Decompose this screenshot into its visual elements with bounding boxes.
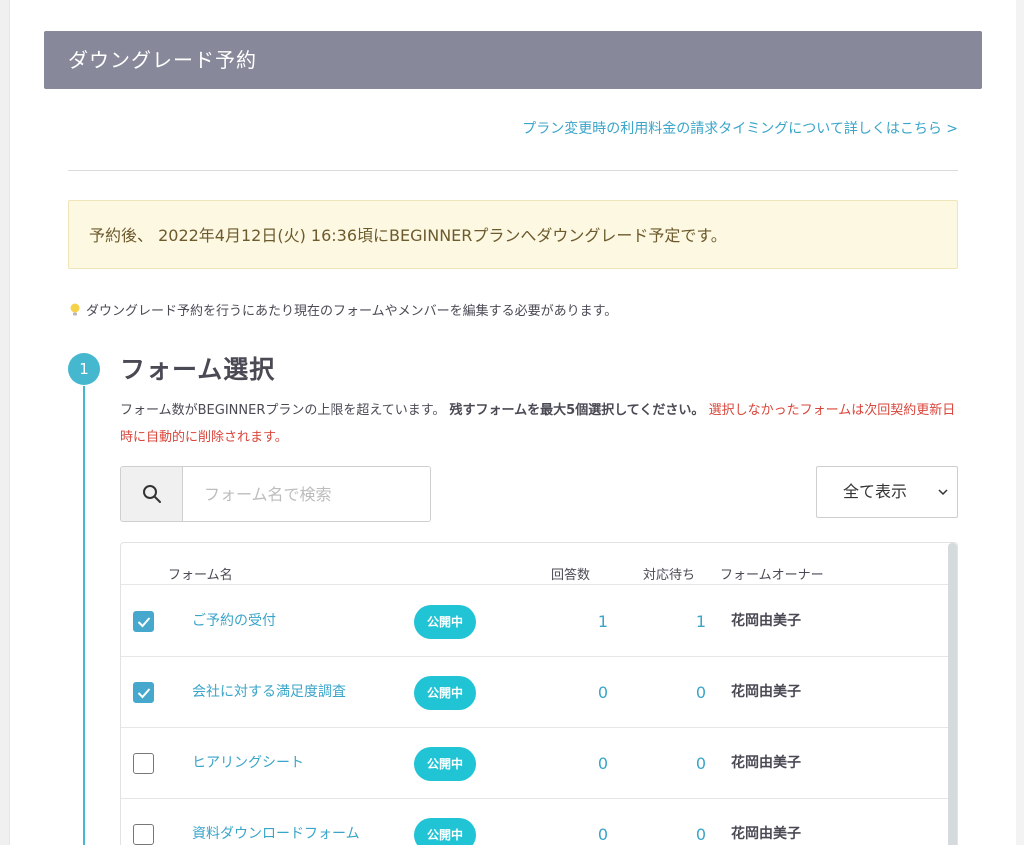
- pending-count[interactable]: 0: [666, 799, 706, 845]
- form-name-link[interactable]: 資料ダウンロードフォーム: [192, 799, 360, 845]
- billing-timing-link[interactable]: プラン変更時の利用料金の請求タイミングについて詳しくはこちら >: [522, 118, 958, 138]
- chevron-down-icon: [938, 489, 948, 496]
- search-box: [120, 466, 431, 522]
- step-number-badge: 1: [68, 353, 100, 385]
- form-owner: 花岡由美子: [731, 684, 801, 700]
- filter-selected-value: 全て表示: [843, 482, 908, 501]
- table-row: 会社に対する満足度調査 公開中 0 0 花岡由美子: [121, 657, 948, 728]
- checkmark-icon: [137, 688, 151, 699]
- desc-normal: フォーム数がBEGINNERプランの上限を超えています。: [120, 403, 446, 418]
- lightbulb-icon: [70, 303, 80, 315]
- filter-select[interactable]: 全て表示: [816, 466, 958, 518]
- search-icon: [142, 485, 161, 503]
- pending-count[interactable]: 0: [666, 728, 706, 799]
- status-badge: 公開中: [414, 605, 477, 639]
- form-name-link[interactable]: ヒアリングシート: [192, 728, 304, 799]
- search-button[interactable]: [121, 467, 183, 521]
- status-badge: 公開中: [414, 818, 477, 845]
- main-panel: ダウングレード予約 プラン変更時の利用料金の請求タイミングについて詳しくはこちら…: [10, 0, 1016, 845]
- row-checkbox[interactable]: [133, 753, 154, 774]
- section-title: フォーム選択: [120, 355, 276, 384]
- answer-count[interactable]: 0: [568, 657, 608, 728]
- checkmark-icon: [137, 617, 151, 628]
- form-table: フォーム名 回答数 対応待ち フォームオーナー ご予約の受付 公開中 1 1 花…: [120, 542, 958, 845]
- status-badge: 公開中: [414, 747, 477, 781]
- page-title: ダウングレード予約: [68, 48, 257, 72]
- form-owner: 花岡由美子: [731, 613, 801, 629]
- notice-text: 予約後、 2022年4月12日(火) 16:36頃にBEGINNERプランへダウ…: [89, 226, 727, 245]
- section-description: フォーム数がBEGINNERプランの上限を超えています。 残すフォームを最大5個…: [120, 397, 960, 451]
- pending-count[interactable]: 1: [666, 586, 706, 657]
- table-scrollbar[interactable]: [948, 543, 957, 845]
- form-name-link[interactable]: 会社に対する満足度調査: [192, 657, 346, 728]
- form-name-link[interactable]: ご予約の受付: [192, 586, 276, 657]
- answer-count[interactable]: 0: [568, 728, 608, 799]
- hint-message: ダウングレード予約を行うにあたり現在のフォームやメンバーを編集する必要があります…: [68, 300, 617, 319]
- search-input[interactable]: [183, 467, 430, 521]
- step-connector-line: [83, 386, 85, 845]
- hint-text: ダウングレード予約を行うにあたり現在のフォームやメンバーを編集する必要があります…: [86, 304, 618, 319]
- table-row: ヒアリングシート 公開中 0 0 花岡由美子: [121, 728, 948, 799]
- table-row: 資料ダウンロードフォーム 公開中 0 0 花岡由美子: [121, 799, 948, 845]
- row-checkbox[interactable]: [133, 611, 154, 632]
- row-checkbox[interactable]: [133, 682, 154, 703]
- pending-count[interactable]: 0: [666, 657, 706, 728]
- column-header-answers: 回答数: [551, 568, 591, 583]
- form-owner: 花岡由美子: [731, 826, 801, 842]
- page-header: ダウングレード予約: [44, 31, 982, 89]
- desc-strong: 残すフォームを最大5個選択してください。: [449, 403, 705, 418]
- column-header-owner: フォームオーナー: [720, 568, 824, 583]
- form-owner: 花岡由美子: [731, 755, 801, 771]
- column-header-name: フォーム名: [168, 568, 233, 583]
- row-checkbox[interactable]: [133, 824, 154, 845]
- answer-count[interactable]: 0: [568, 799, 608, 845]
- divider: [68, 170, 958, 171]
- table-row: ご予約の受付 公開中 1 1 花岡由美子: [121, 586, 948, 657]
- downgrade-notice: 予約後、 2022年4月12日(火) 16:36頃にBEGINNERプランへダウ…: [68, 200, 958, 269]
- answer-count[interactable]: 1: [568, 586, 608, 657]
- table-header: フォーム名 回答数 対応待ち フォームオーナー: [121, 543, 948, 585]
- column-header-pending: 対応待ち: [643, 568, 696, 583]
- background-strip: [0, 0, 10, 845]
- status-badge: 公開中: [414, 676, 477, 710]
